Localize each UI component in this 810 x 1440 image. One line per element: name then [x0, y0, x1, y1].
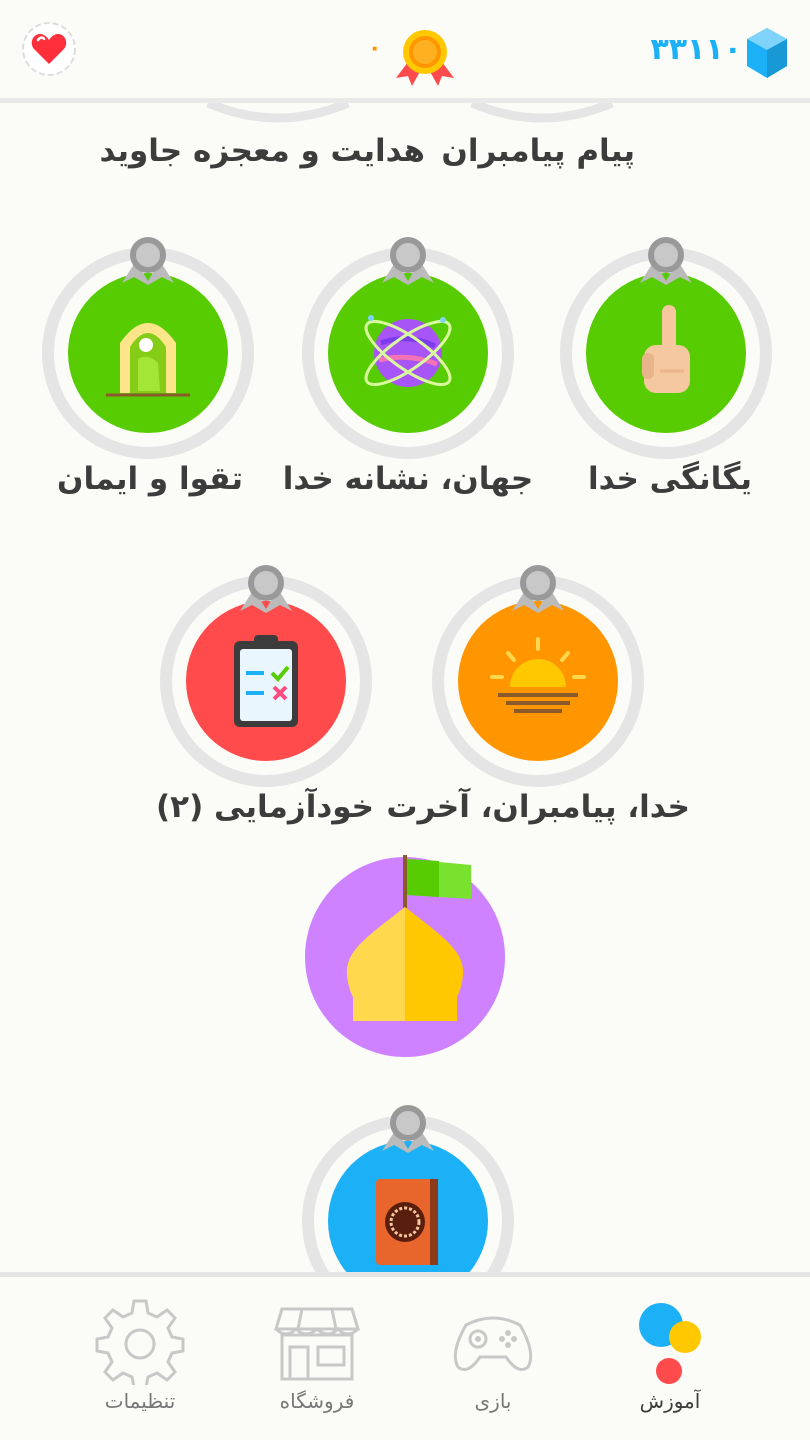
crown-icon [382, 1105, 434, 1153]
skill-label[interactable]: خودآزمایی (۲) [150, 789, 380, 825]
streak-indicator[interactable]: ۰ [368, 26, 468, 86]
gems-indicator[interactable]: ۳۳۱۱۰ [640, 26, 790, 78]
gems-count: ۳۳۱۱۰ [650, 32, 742, 67]
skill-quran[interactable] [298, 1105, 518, 1273]
skill-ring-stub [206, 103, 350, 123]
hearts-button[interactable] [20, 20, 78, 78]
top-bar: ۰ ۳۳۱۱۰ [0, 0, 810, 103]
checkpoint-castle[interactable] [303, 855, 508, 1060]
medal-icon [396, 30, 454, 86]
planet-icon [364, 315, 452, 387]
gamepad-icon [453, 1316, 533, 1371]
skill-label[interactable]: یگانگی خدا [560, 461, 780, 497]
skill-label[interactable]: خدا، پیامبران، آخرت [386, 789, 690, 825]
tab-game[interactable]: بازی [418, 1277, 568, 1440]
castle-dome-icon [305, 855, 505, 1057]
skill-tawhid[interactable] [556, 237, 776, 463]
crown-icon [512, 565, 564, 613]
sunrise-icon [490, 637, 586, 713]
shop-icon [273, 1307, 361, 1381]
gem-icon [747, 28, 787, 78]
crown-icon [240, 565, 292, 613]
tab-settings[interactable]: تنظیمات [65, 1277, 215, 1440]
skill-label-prophets-message[interactable]: پیام پیامبران [441, 133, 635, 169]
tab-learn[interactable]: آموزش [595, 1277, 745, 1440]
praying-person-icon [106, 323, 190, 397]
skill-label[interactable]: تقوا و ایمان [40, 461, 260, 497]
bottom-tab-bar: آموزش بازی فروشگاه تنظیمات [0, 1277, 810, 1440]
tab-shop[interactable]: فروشگاه [242, 1277, 392, 1440]
streak-count: ۰ [368, 36, 382, 61]
tab-label: بازی [474, 1389, 512, 1413]
finger-icon [642, 305, 690, 393]
gear-icon [95, 1299, 185, 1385]
checklist-icon [234, 635, 298, 727]
tab-label: تنظیمات [104, 1389, 176, 1413]
skill-ring-stub [470, 103, 614, 123]
quran-icon [376, 1179, 438, 1265]
skill-afterlife[interactable] [428, 565, 648, 791]
skill-world[interactable] [298, 237, 518, 463]
tab-label: آموزش [639, 1389, 701, 1413]
skill-label-guidance[interactable]: هدایت و معجزه جاوید [99, 133, 425, 169]
skill-tree[interactable]: هدایت و معجزه جاوید پیام پیامبران یگانگی… [0, 103, 810, 1273]
learn-icon [639, 1303, 701, 1384]
heart-icon [22, 22, 76, 76]
tab-label: فروشگاه [279, 1389, 355, 1413]
skill-label[interactable]: جهان، نشانه خدا [268, 461, 548, 497]
crown-icon [382, 237, 434, 285]
crown-icon [640, 237, 692, 285]
crown-icon [122, 237, 174, 285]
skill-taqwa[interactable] [38, 237, 258, 463]
skill-self-test[interactable] [156, 565, 376, 791]
